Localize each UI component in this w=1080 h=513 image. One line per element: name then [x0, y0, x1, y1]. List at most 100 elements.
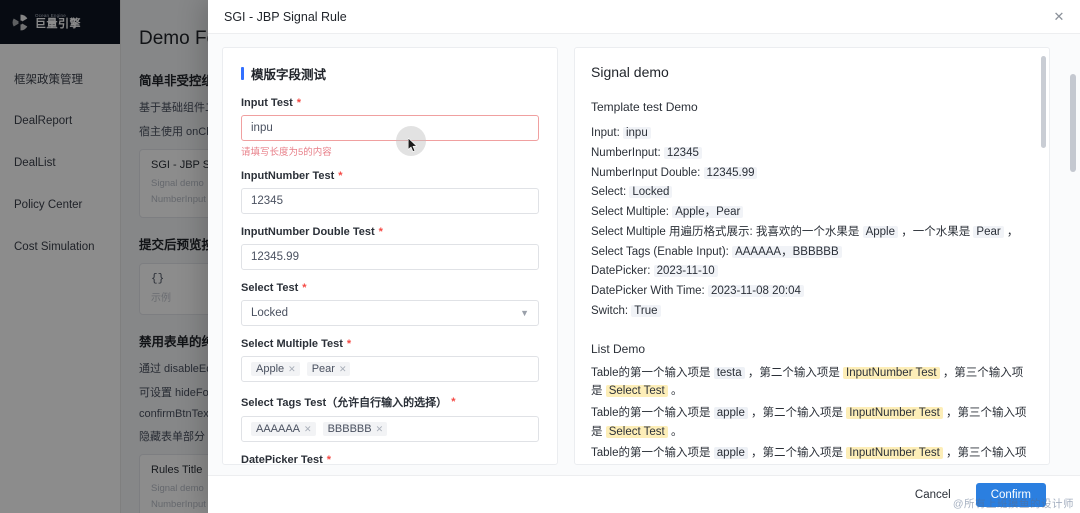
close-icon[interactable]: ✕: [1051, 9, 1067, 25]
row-value-3: Select Test: [605, 385, 668, 398]
preview-line-value: Locked: [629, 186, 673, 199]
chevron-down-icon: ▼: [520, 308, 529, 318]
modal-body: 模版字段测试 Input Test * inpu 请填写长度为5的内容 Inpu…: [208, 34, 1080, 475]
tag-remove-icon[interactable]: ✕: [376, 424, 384, 435]
screen-root: Ocean Engine 巨量引擎 框架政策管理 DealReport Deal…: [0, 0, 1080, 513]
preview-line-switch: Switch: True: [591, 302, 1029, 322]
modal-footer: Cancel Confirm: [208, 475, 1080, 513]
mouse-cursor-icon: [408, 138, 418, 153]
row-value-1: testa: [713, 366, 745, 379]
cancel-button[interactable]: Cancel: [900, 483, 966, 507]
inputnumber-test-field[interactable]: 12345: [241, 188, 539, 214]
inputnumber-double-test-value: 12345.99: [251, 251, 299, 263]
field-label-inputnumber-test: InputNumber Test *: [241, 170, 539, 182]
field-label-datepicker-test: DatePicker Test *: [241, 454, 539, 465]
field-label-input-test: Input Test *: [241, 97, 539, 109]
preview-line-select-tags: Select Tags (Enable Input): AAAAAA，BBBBB…: [591, 243, 1029, 263]
inputnumber-double-test-field[interactable]: 12345.99: [241, 244, 539, 270]
tag-remove-icon[interactable]: ✕: [304, 424, 312, 435]
field-select-tags-test: Select Tags Test（允许自行输入的选择） * AAAAAA ✕ B…: [241, 394, 539, 442]
row-value-2: InputNumber Test: [843, 366, 940, 379]
label-text: Select Test: [241, 282, 299, 294]
preview-line-label: Select Multiple:: [591, 206, 669, 219]
row-part-4: 。: [670, 425, 683, 438]
traverse-value-2: Pear: [973, 225, 1004, 238]
label-text: InputNumber Test: [241, 170, 335, 182]
field-label-inputnumber-double-test: InputNumber Double Test *: [241, 226, 539, 238]
preview-line-label: DatePicker With Time:: [591, 285, 705, 298]
required-marker-icon: *: [346, 337, 352, 350]
modal-header: SGI - JBP Signal Rule ✕: [208, 0, 1080, 34]
traverse-mid: ，一个水果是: [901, 225, 971, 238]
list-item: Table的第一个输入项是 apple ，第二个输入项是 InputNumber…: [591, 404, 1029, 441]
preview-line-numberinput: NumberInput: 12345: [591, 144, 1029, 164]
input-test-field[interactable]: inpu: [241, 115, 539, 141]
required-marker-icon: *: [451, 395, 456, 408]
preview-line-label: Switch:: [591, 304, 629, 317]
field-datepicker-test: DatePicker Test *: [241, 454, 539, 465]
label-text: Input Test: [241, 97, 293, 109]
signal-rule-modal: SGI - JBP Signal Rule ✕ 模版字段测试 Input Tes…: [208, 0, 1080, 513]
label-text: DatePicker Test: [241, 454, 323, 465]
label-text: Select Multiple Test: [241, 338, 343, 350]
tag-remove-icon[interactable]: ✕: [288, 364, 296, 375]
template-field-form-panel: 模版字段测试 Input Test * inpu 请填写长度为5的内容 Inpu…: [222, 47, 558, 465]
modal-scrollbar[interactable]: [1070, 74, 1076, 172]
preview-line-select-multiple: Select Multiple: Apple，Pear: [591, 203, 1029, 223]
required-marker-icon: *: [302, 281, 307, 294]
preview-line-datepicker-time: DatePicker With Time: 2023-11-08 20:04: [591, 282, 1029, 302]
preview-line-value: 2023-11-08 20:04: [707, 285, 804, 298]
tag-chip[interactable]: BBBBBB ✕: [322, 422, 388, 436]
field-label-select-tags-test: Select Tags Test（允许自行输入的选择） *: [241, 394, 539, 410]
preview-line-label: Input:: [591, 127, 620, 139]
row-value-2: InputNumber Test: [846, 447, 943, 460]
row-value-1: apple: [713, 406, 748, 419]
tag-label: BBBBBB: [327, 423, 372, 435]
inputnumber-test-value: 12345: [251, 195, 283, 207]
row-part-2: ，第二个输入项是: [751, 447, 844, 460]
preview-line-value: AAAAAA，BBBBBB: [732, 245, 842, 258]
field-inputnumber-double-test: InputNumber Double Test * 12345.99: [241, 226, 539, 270]
preview-line-numberinput-double: NumberInput Double: 12345.99: [591, 164, 1029, 184]
preview-line-datepicker: DatePicker: 2023-11-10: [591, 262, 1029, 282]
selected-tags-list: Apple ✕ Pear ✕: [251, 362, 351, 376]
tag-chip[interactable]: Pear ✕: [306, 362, 351, 376]
row-part-1: Table的第一个输入项是: [591, 406, 711, 419]
preview-line-value: True: [631, 304, 661, 317]
row-value-1: apple: [713, 447, 748, 460]
form-section-title: 模版字段测试: [241, 64, 539, 83]
row-value-2: InputNumber Test: [846, 406, 943, 419]
input-test-error-message: 请填写长度为5的内容: [241, 147, 332, 158]
preview-line-label: NumberInput Double:: [591, 166, 701, 179]
field-inputnumber-test: InputNumber Test * 12345: [241, 170, 539, 214]
preview-line-label: NumberInput:: [591, 146, 661, 159]
preview-line-value: Apple，Pear: [672, 206, 744, 219]
row-part-4: 。: [670, 385, 683, 398]
tag-remove-icon[interactable]: ✕: [339, 364, 347, 375]
field-label-select-test: Select Test *: [241, 282, 539, 294]
preview-line-input: Input: inpu: [591, 124, 1029, 144]
preview-panel-scrollbar[interactable]: [1041, 56, 1046, 148]
select-multiple-test-field[interactable]: Apple ✕ Pear ✕: [241, 356, 539, 382]
tag-chip[interactable]: AAAAAA ✕: [251, 422, 316, 436]
field-select-test: Select Test * Locked ▼: [241, 282, 539, 326]
signal-demo-preview-panel: Signal demo Template test Demo Input: in…: [574, 47, 1050, 465]
select-test-dropdown[interactable]: Locked ▼: [241, 300, 539, 326]
preview-title: Signal demo: [591, 64, 669, 80]
preview-line-label: Select Tags (Enable Input):: [591, 245, 729, 258]
select-tags-test-field[interactable]: AAAAAA ✕ BBBBBB ✕: [241, 416, 539, 442]
traverse-prefix: Select Multiple 用遍历格式展示: 我喜欢的一个水果是: [591, 225, 860, 238]
confirm-button[interactable]: Confirm: [975, 482, 1046, 507]
row-part-2: ，第二个输入项是: [747, 366, 840, 379]
preview-line-select-multiple-traverse: Select Multiple 用遍历格式展示: 我喜欢的一个水果是 Apple…: [591, 223, 1029, 243]
traverse-suffix: ，: [1006, 225, 1019, 238]
preview-line-value: 12345.99: [703, 166, 758, 179]
tag-label: Pear: [311, 363, 335, 375]
field-label-select-multiple-test: Select Multiple Test *: [241, 338, 539, 350]
row-part-2: ，第二个输入项是: [751, 406, 844, 419]
preview-line-value: 12345: [663, 146, 702, 159]
input-test-value: inpu: [251, 122, 273, 134]
preview-template-heading: Template test Demo: [591, 100, 698, 114]
required-marker-icon: *: [378, 225, 383, 238]
tag-chip[interactable]: Apple ✕: [251, 362, 300, 376]
